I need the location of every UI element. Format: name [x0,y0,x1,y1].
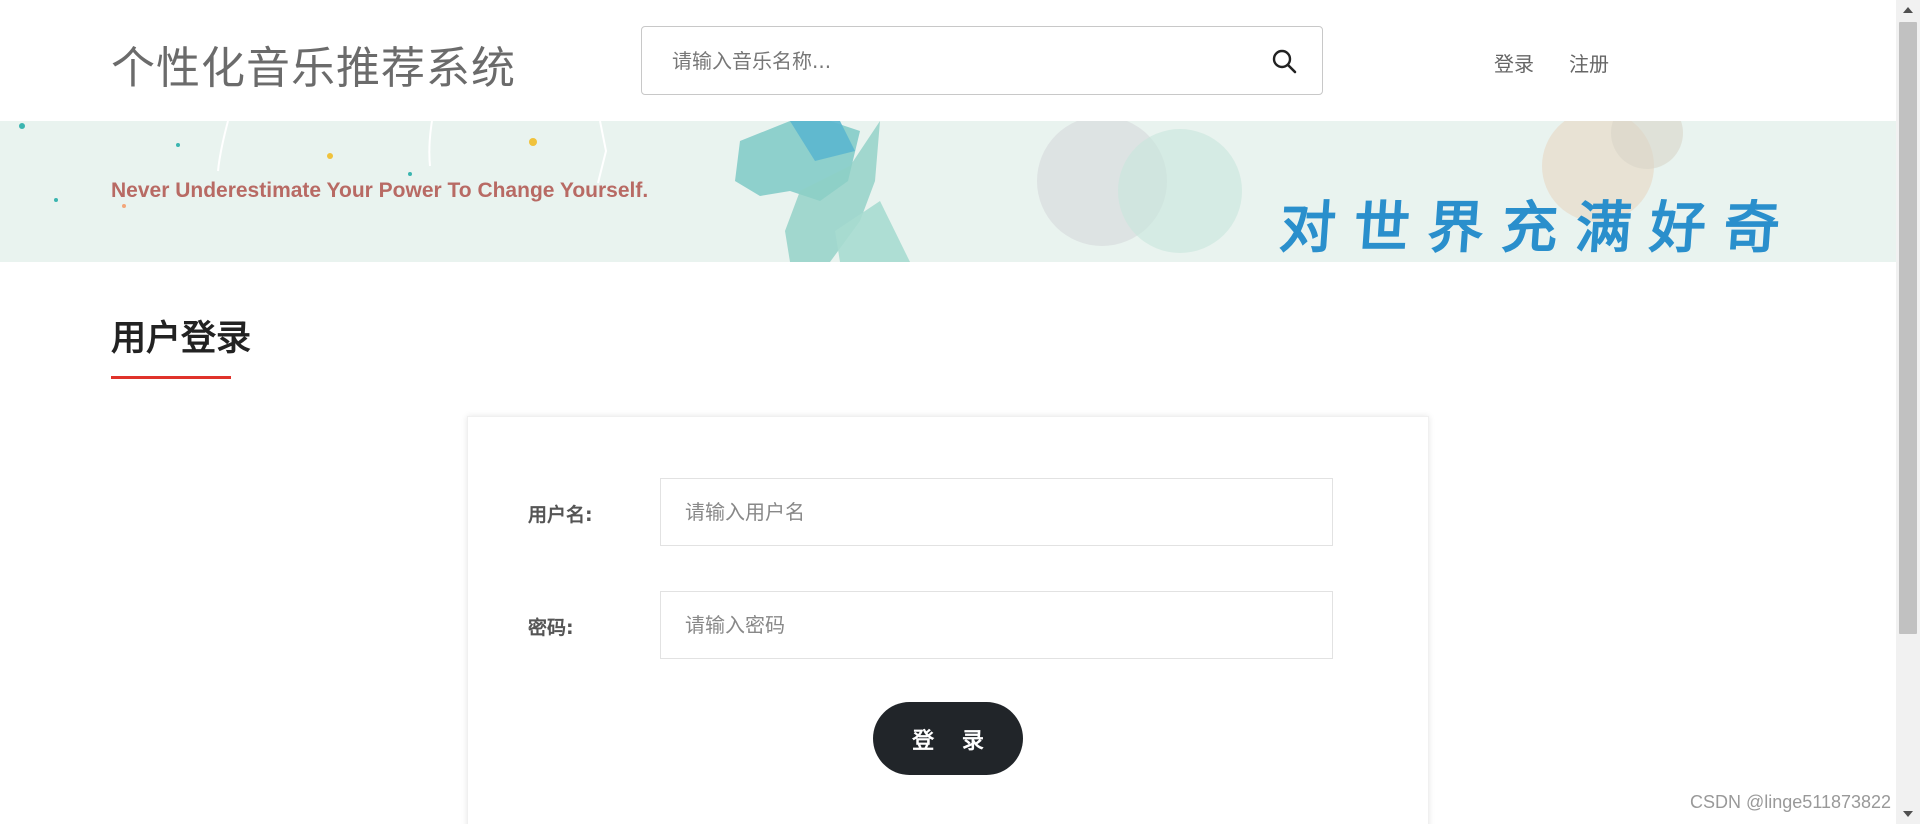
search-bar [641,26,1323,95]
vertical-scrollbar[interactable] [1896,0,1920,824]
register-link[interactable]: 注册 [1569,48,1609,77]
triangle-down-icon [1903,811,1913,817]
username-label: 用户名: [528,504,593,526]
page-title: 用户登录 [111,319,252,359]
password-label: 密码: [528,617,574,639]
nav-links: 登录 注册 [1494,48,1609,77]
password-field[interactable] [660,591,1333,659]
search-button[interactable] [1268,45,1300,77]
hero-banner: Never Underestimate Your Power To Change… [0,121,1896,262]
banner-motto: Never Underestimate Your Power To Change… [111,179,649,202]
login-link[interactable]: 登录 [1494,48,1534,77]
title-underline [111,376,231,379]
login-form-card: 用户名: 密码: 登 录 [467,416,1429,824]
search-input[interactable] [642,27,1252,94]
scroll-thumb[interactable] [1899,22,1917,634]
username-field[interactable] [660,478,1333,546]
site-title: 个性化音乐推荐系统 [111,43,516,94]
scroll-down-button[interactable] [1896,804,1920,824]
login-button[interactable]: 登 录 [873,702,1023,775]
banner-slogan: 对世界充满好奇 [1277,196,1800,261]
search-icon [1272,49,1297,74]
triangle-up-icon [1903,7,1913,13]
scroll-up-button[interactable] [1896,0,1920,20]
page: 个性化音乐推荐系统 登录 注册 [0,0,1920,824]
top-header: 个性化音乐推荐系统 登录 注册 [0,0,1896,121]
watermark: CSDN @linge511873822 [1690,792,1892,812]
